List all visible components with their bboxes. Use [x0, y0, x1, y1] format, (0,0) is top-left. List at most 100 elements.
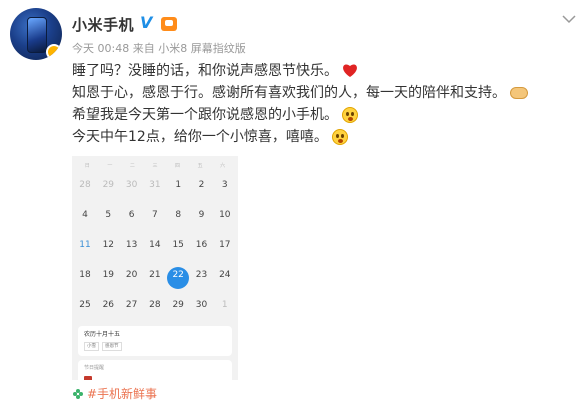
day-number: 21 — [149, 270, 161, 280]
date-tags: 小雪 感恩节 — [84, 342, 226, 351]
day-number: 7 — [152, 210, 158, 220]
calendar-day: 11 — [75, 240, 95, 251]
post-text: 睡了吗？没睡的话，和你说声感恩节快乐。 知恩于心，感恩于行。感谢所有喜欢我们的人… — [72, 60, 572, 148]
day-number: 23 — [195, 270, 208, 280]
day-number: 3 — [221, 180, 228, 190]
calendar-day: 24 — [215, 270, 235, 281]
day-number: 19 — [102, 270, 115, 280]
chevron-down-icon[interactable] — [562, 14, 576, 24]
calendar-day: 29 — [168, 300, 188, 311]
author-row: 小米手机 V — [72, 13, 178, 35]
calendar-day: 6 — [122, 210, 142, 221]
source-prefix: 来自 — [132, 42, 155, 55]
day-number: 30 — [125, 180, 138, 190]
weekday-label: 二 — [129, 163, 135, 169]
day-number: 12 — [102, 240, 115, 250]
post-line: 睡了吗？没睡的话，和你说声感恩节快乐。 — [72, 60, 572, 82]
topic-link[interactable]: #手机新鲜事 — [72, 385, 157, 402]
calendar-day: 2 — [192, 180, 212, 191]
calendar-day: 30 — [192, 300, 212, 311]
calendar-day: 19 — [98, 270, 118, 281]
day-number: 9 — [198, 210, 205, 220]
author-name[interactable]: 小米手机 — [72, 14, 134, 35]
day-number: 26 — [102, 300, 115, 310]
day-number: 20 — [125, 270, 138, 280]
weekday-label: 六 — [220, 163, 226, 169]
calendar-day: 27 — [122, 300, 142, 311]
day-number: 27 — [125, 300, 138, 310]
post-meta: 今天 00:48 来自 小米8 屏幕指纹版 — [72, 40, 246, 56]
post-time[interactable]: 今天 00:48 — [72, 42, 129, 55]
calendar-weekday-header: 日一二三四五六 — [72, 156, 238, 170]
calendar-day: 9 — [192, 210, 212, 221]
day-number: 29 — [172, 300, 184, 310]
scream-face-icon — [342, 107, 358, 123]
handshake-icon — [510, 87, 528, 99]
calendar-day: 29 — [98, 180, 118, 191]
level-badge-icon[interactable] — [161, 17, 178, 31]
calendar-day: 12 — [98, 240, 118, 251]
day-number: 25 — [79, 300, 91, 310]
post-line: 希望我是今天第一个跟你说感恩的小手机。 — [72, 104, 572, 126]
post-image[interactable]: 日一二三四五六 28 29 30 31 1 2 3 4 5 6 7 8 9 10 11 12 13 14 15 16 1… — [72, 156, 238, 380]
calendar-day: 20 — [122, 270, 142, 281]
post-line: 今天中午12点，给你一个小惊喜，嘻嘻。 — [72, 126, 572, 148]
calendar-grid: 28 29 30 31 1 2 3 4 5 6 7 8 9 10 11 12 13 14 15 16 17 18 19 20 2… — [72, 170, 238, 320]
calendar-day: 15 — [168, 240, 188, 251]
phone-image — [27, 17, 47, 53]
weekday-label: 三 — [152, 163, 158, 169]
day-number: 30 — [195, 300, 208, 310]
lunar-date-card: 农历十月十五 小雪 感恩节 — [78, 326, 232, 356]
reminder-icon — [84, 376, 92, 380]
calendar-day: 21 — [145, 270, 165, 281]
day-number: 15 — [172, 240, 184, 250]
day-number: 31 — [149, 180, 161, 190]
calendar-day: 1 — [168, 180, 188, 191]
holiday-reminder-card: 节日提醒 — [78, 360, 232, 380]
red-heart-icon — [342, 63, 358, 79]
calendar-day: 30 — [122, 180, 142, 191]
post-line-text: 今天中午12点，给你一个小惊喜，嘻嘻。 — [72, 129, 328, 145]
calendar-day: 1 — [215, 300, 235, 311]
post-source[interactable]: 小米8 屏幕指纹版 — [158, 42, 246, 55]
calendar-day-today: 22 — [167, 267, 190, 289]
day-number: 14 — [149, 240, 161, 250]
day-number: 2 — [198, 180, 205, 190]
day-number: 11 — [79, 240, 91, 250]
day-number: 6 — [128, 210, 135, 220]
calendar-day: 31 — [145, 180, 165, 191]
day-number: 5 — [105, 210, 112, 220]
lunar-date: 农历十月十五 — [84, 331, 121, 338]
day-number: 28 — [149, 300, 161, 310]
calendar-day: 10 — [215, 210, 235, 221]
calendar-day: 5 — [98, 210, 118, 221]
author-avatar[interactable] — [10, 8, 62, 60]
topic-text[interactable]: #手机新鲜事 — [87, 385, 157, 402]
day-number: 8 — [175, 210, 182, 220]
weekday-label: 日 — [84, 163, 90, 169]
day-number: 13 — [125, 240, 138, 250]
day-number: 1 — [175, 180, 182, 190]
date-tag: 感恩节 — [102, 342, 122, 351]
post-line-text: 知恩于心，感恩于行。感谢所有喜欢我们的人，每一天的陪伴和支持。 — [72, 85, 506, 101]
calendar-day: 7 — [145, 210, 165, 221]
calendar-day: 25 — [75, 300, 95, 311]
day-number: 24 — [219, 270, 231, 280]
verified-badge-icon — [46, 44, 62, 60]
day-number: 16 — [195, 240, 208, 250]
calendar-day: 3 — [215, 180, 235, 191]
date-tag: 小雪 — [84, 342, 99, 351]
calendar-day: 16 — [192, 240, 212, 251]
verified-v-icon[interactable]: V — [140, 13, 156, 32]
weekday-label: 四 — [175, 163, 181, 169]
calendar-day: 18 — [75, 270, 95, 281]
calendar-day: 26 — [98, 300, 118, 311]
day-number: 28 — [79, 180, 91, 190]
day-number: 4 — [82, 210, 88, 220]
section-label: 节日提醒 — [84, 365, 105, 371]
day-number: 22 — [172, 270, 184, 280]
day-number: 10 — [219, 210, 231, 220]
calendar-day: 28 — [75, 180, 95, 191]
calendar-day: 14 — [145, 240, 165, 251]
day-number: 1 — [221, 300, 228, 310]
